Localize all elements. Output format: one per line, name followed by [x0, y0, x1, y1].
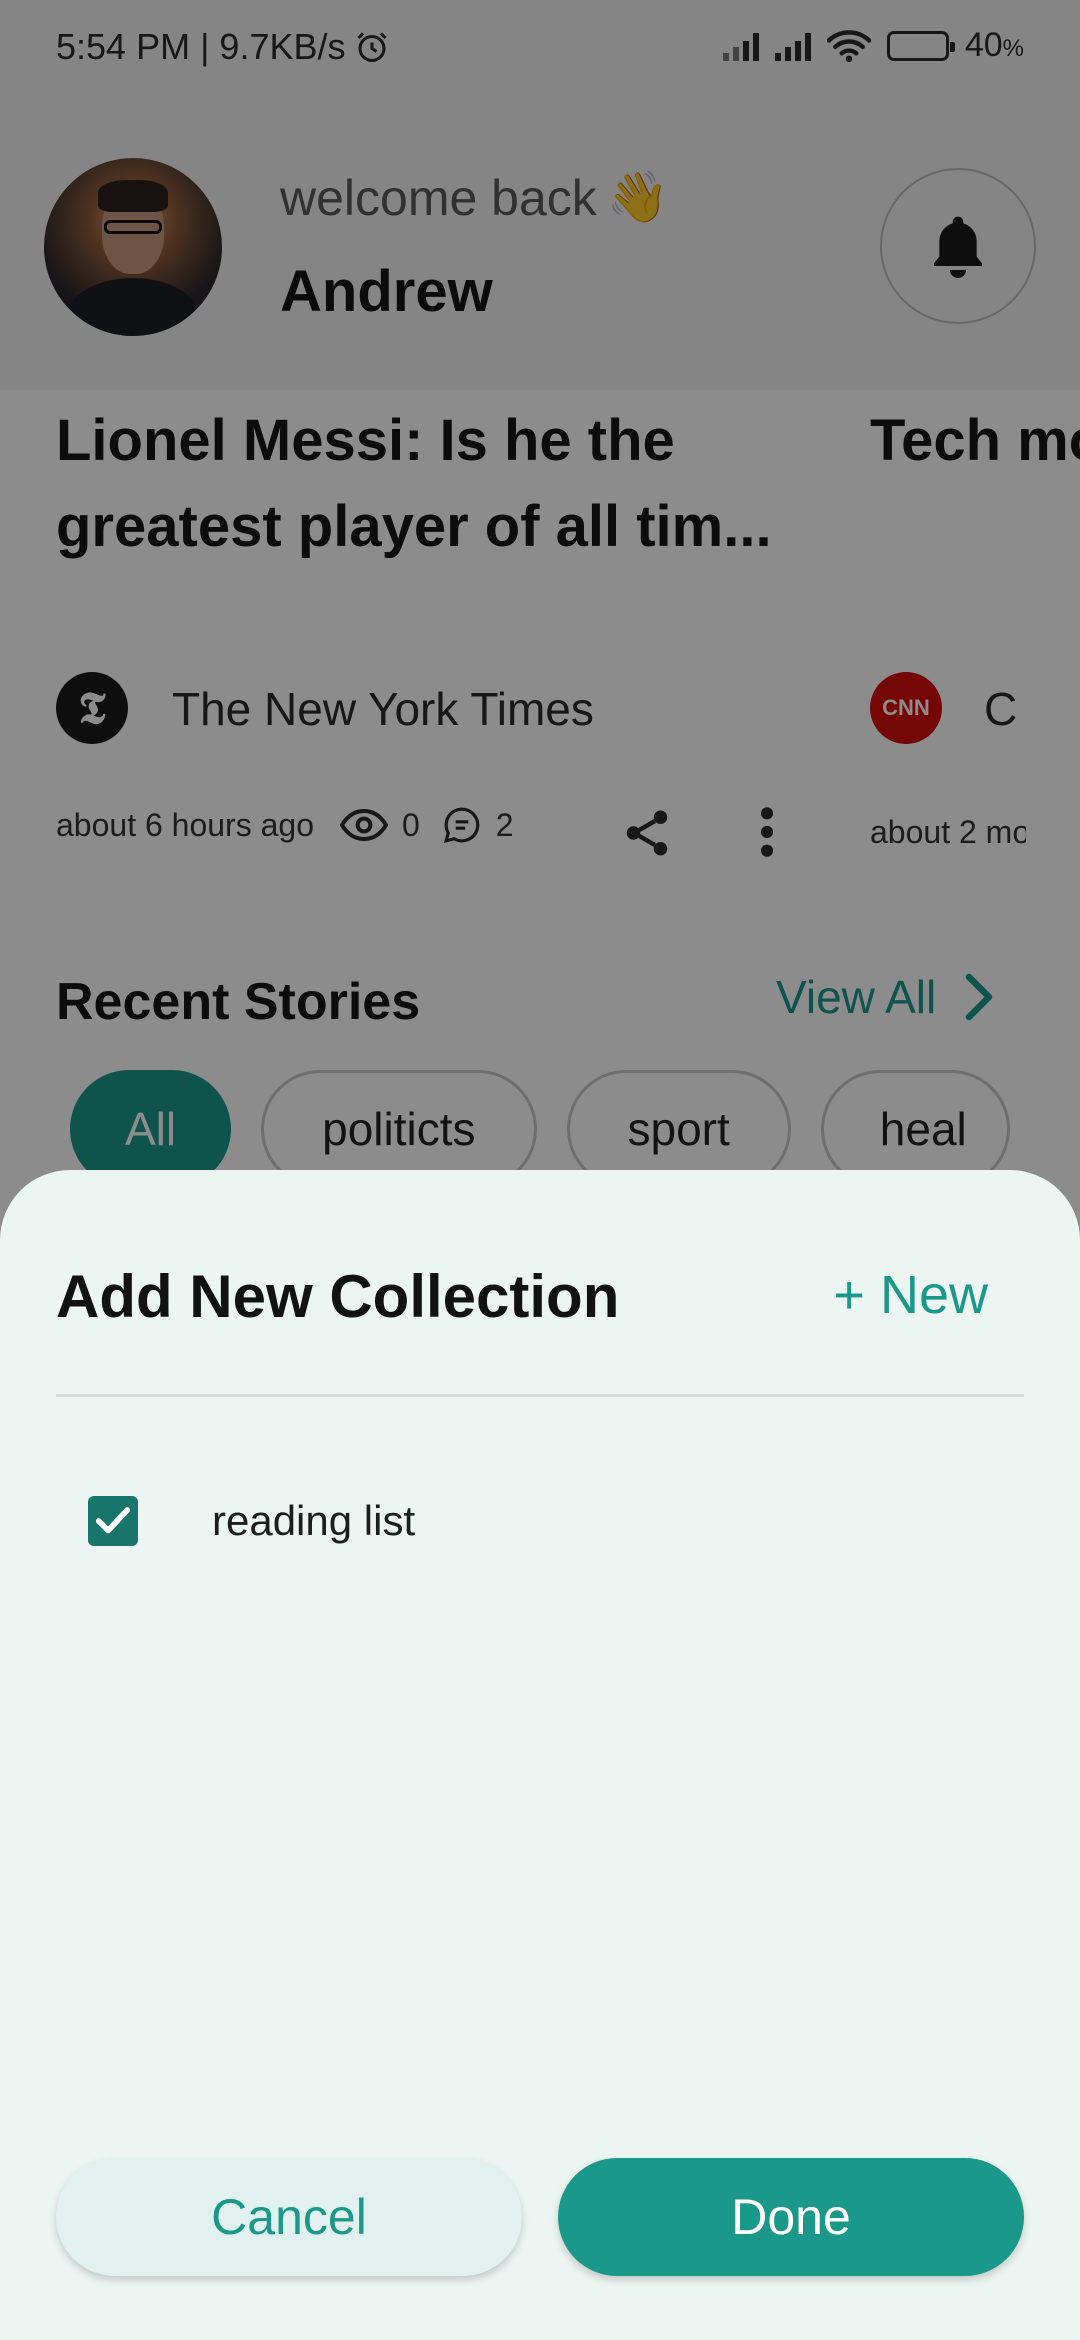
- divider: [56, 1394, 1024, 1397]
- done-button[interactable]: Done: [558, 2158, 1024, 2276]
- collection-checkbox[interactable]: [88, 1496, 138, 1546]
- add-collection-sheet: Add New Collection + New reading list Ca…: [0, 1170, 1080, 2340]
- cancel-button[interactable]: Cancel: [56, 2158, 522, 2276]
- collection-label: reading list: [212, 1497, 416, 1544]
- collection-item[interactable]: reading list: [88, 1496, 415, 1546]
- new-collection-button[interactable]: + New: [833, 1264, 988, 1326]
- checkmark-icon: [95, 1507, 131, 1534]
- sheet-title: Add New Collection: [56, 1263, 620, 1330]
